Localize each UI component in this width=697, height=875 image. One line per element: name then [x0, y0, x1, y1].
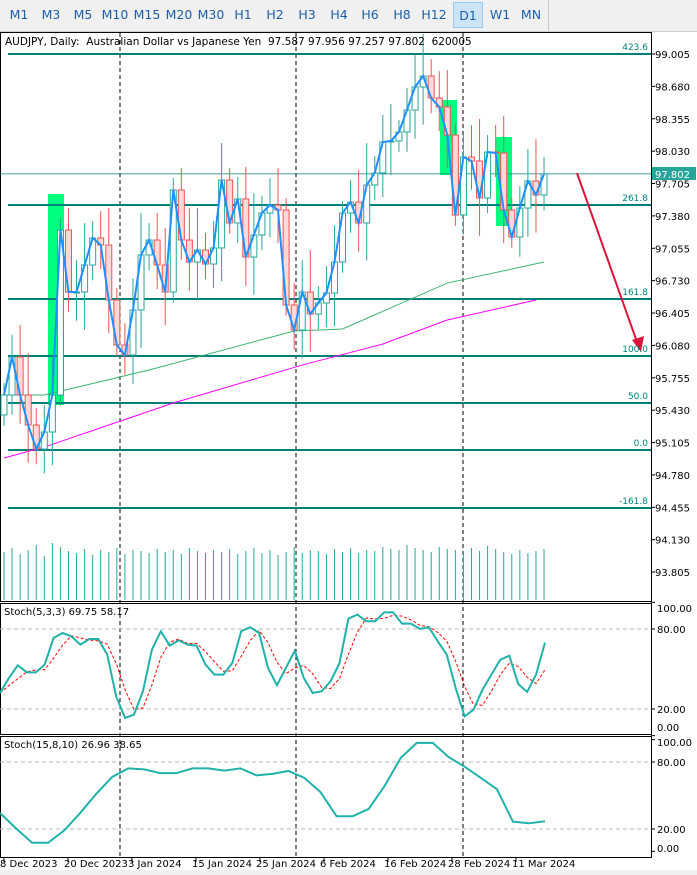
stoch1-pane	[0, 603, 652, 735]
date-axis-label: 20 Dec 2023	[64, 859, 128, 870]
timeframe-m5[interactable]: M5	[68, 2, 98, 28]
stoch1-level-label: 100.00	[657, 604, 692, 615]
stoch1-title: Stoch(5,3,3) 69.75 58.17	[4, 607, 129, 618]
stoch1-level-label: 0.00	[657, 723, 679, 734]
price-axis-label: 96.405	[655, 309, 690, 320]
fib-level-label: 0.0	[634, 439, 649, 449]
price-axis-label: 94.455	[655, 503, 690, 514]
timeframe-h3[interactable]: H3	[292, 2, 322, 28]
timeframe-m20[interactable]: M20	[164, 2, 194, 28]
price-axis-label: 99.005	[655, 50, 690, 61]
timeframe-m10[interactable]: M10	[100, 2, 130, 28]
date-axis-label: 11 Mar 2024	[512, 859, 575, 870]
timeframe-mn[interactable]: MN	[516, 2, 546, 28]
fib-level-label: 100.0	[622, 345, 648, 355]
date-axis-label: 15 Jan 2024	[192, 859, 252, 870]
date-axis-label: 3 Jan 2024	[128, 859, 182, 870]
price-axis-label: 98.680	[655, 82, 690, 93]
price-axis-label: 97.055	[655, 244, 690, 255]
price-axis-label: 95.755	[655, 374, 690, 385]
timeframe-d1[interactable]: D1	[453, 2, 483, 28]
toolbar-separator	[548, 0, 549, 31]
status-strip	[0, 870, 697, 875]
price-axis-label: 98.355	[655, 115, 690, 126]
timeframe-m15[interactable]: M15	[132, 2, 162, 28]
chart-window[interactable]: AUDJPY, Daily: Australian Dollar vs Japa…	[0, 0, 697, 875]
timeframe-toolbar: M1 M3 M5 M10 M15 M20 M30 H1 H2 H3 H4 H6 …	[0, 0, 697, 32]
timeframe-w1[interactable]: W1	[485, 2, 515, 28]
date-axis-label: 28 Feb 2024	[448, 859, 510, 870]
date-axis-label: 8 Dec 2023	[0, 859, 58, 870]
stoch2-level-label: 0.00	[657, 844, 679, 855]
price-axis-label: 93.805	[655, 568, 690, 579]
price-axis-label: 96.730	[655, 277, 690, 288]
timeframe-h2[interactable]: H2	[260, 2, 290, 28]
chart-header: AUDJPY, Daily: Australian Dollar vs Japa…	[5, 36, 472, 48]
timeframe-h8[interactable]: H8	[387, 2, 417, 28]
candle-bull	[0, 394, 8, 416]
stoch2-pane	[0, 736, 652, 858]
price-axis-label: 97.705	[655, 180, 690, 191]
fib-level-label: 161.8	[622, 288, 648, 298]
stoch1-level-label: 20.00	[657, 705, 686, 716]
timeframe-h4[interactable]: H4	[324, 2, 354, 28]
fib-level-label: 50.0	[628, 392, 648, 402]
timeframe-h12[interactable]: H12	[419, 2, 449, 28]
date-axis-label: 25 Jan 2024	[256, 859, 316, 870]
price-axis-label: 97.380	[655, 212, 690, 223]
stoch1-level-label: 80.00	[657, 625, 686, 636]
price-axis-label: 94.130	[655, 536, 690, 547]
price-axis-label: 98.030	[655, 147, 690, 158]
current-price-value: 97.802	[655, 170, 690, 181]
fib-level-label: -161.8	[619, 497, 648, 507]
price-axis-label: 95.430	[655, 406, 690, 417]
price-axis-label: 95.105	[655, 439, 690, 450]
timeframe-h6[interactable]: H6	[355, 2, 385, 28]
fib-level-label: 423.6	[622, 43, 648, 53]
stoch2-level-label: 80.00	[657, 758, 686, 769]
timeframe-h1[interactable]: H1	[228, 2, 258, 28]
timeframe-m3[interactable]: M3	[36, 2, 66, 28]
price-axis-label: 96.080	[655, 341, 690, 352]
price-axis-label: 94.780	[655, 471, 690, 482]
stoch2-title: Stoch(15,8,10) 26.96 38.65	[4, 740, 142, 751]
stoch2-level-label: 20.00	[657, 825, 686, 836]
fib-level-label: 261.8	[622, 194, 648, 204]
timeframe-m1[interactable]: M1	[4, 2, 34, 28]
stoch2-level-label: 100.00	[657, 738, 692, 749]
date-axis-label: 6 Feb 2024	[320, 859, 376, 870]
date-axis-label: 16 Feb 2024	[384, 859, 446, 870]
timeframe-m30[interactable]: M30	[196, 2, 226, 28]
